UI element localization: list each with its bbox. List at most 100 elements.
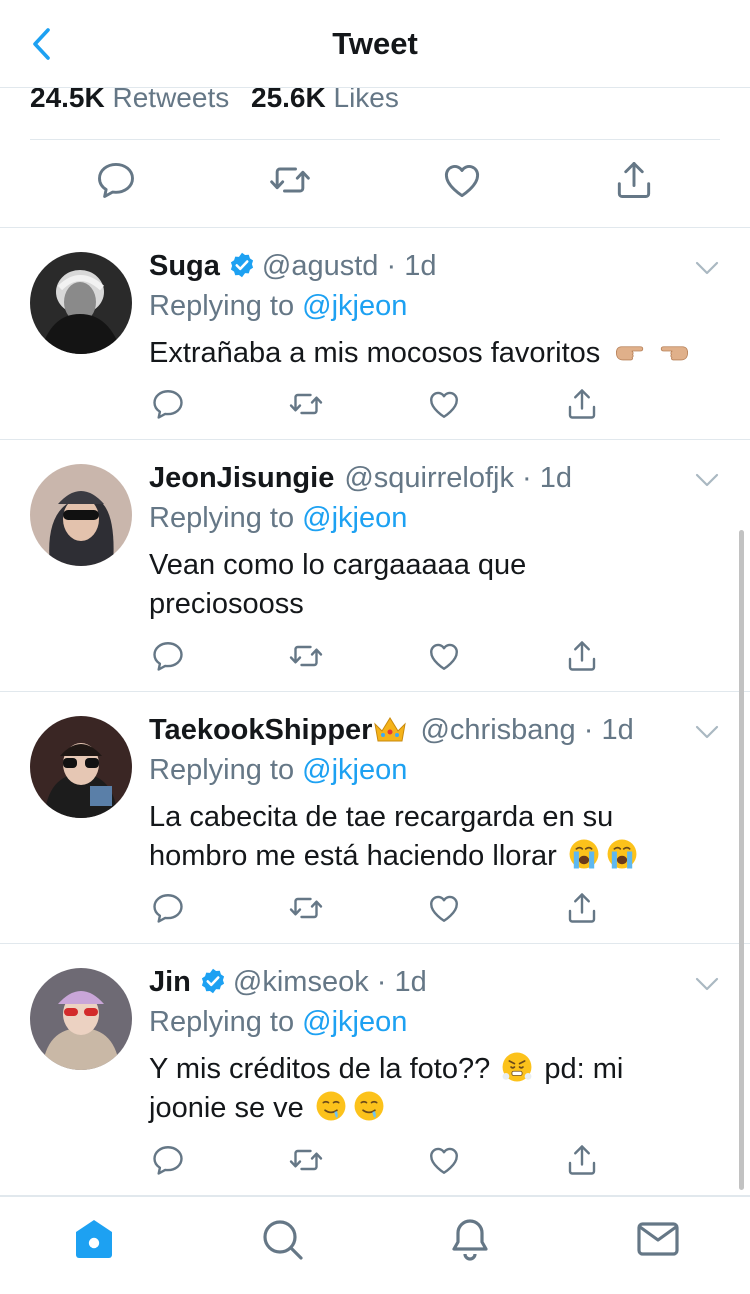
like-icon[interactable] bbox=[426, 1142, 462, 1178]
reply-tweet[interactable]: JeonJisungie @squirrelofjk · 1d Replying … bbox=[0, 440, 750, 692]
avatar[interactable] bbox=[30, 968, 132, 1070]
chevron-down-icon[interactable] bbox=[694, 722, 720, 742]
reply-icon[interactable] bbox=[150, 638, 186, 674]
reply-line: preciosooss bbox=[149, 588, 304, 620]
reply-header: JeonJisungie @squirrelofjk · 1d bbox=[149, 458, 572, 498]
like-icon[interactable] bbox=[426, 638, 462, 674]
share-icon[interactable] bbox=[612, 158, 656, 206]
reply-icon[interactable] bbox=[150, 1142, 186, 1178]
share-icon[interactable] bbox=[564, 638, 600, 674]
reply-line-text: hombro me está haciendo llorar bbox=[149, 840, 557, 872]
loudly-crying-face-emoji bbox=[567, 837, 601, 871]
user-handle[interactable]: @kimseok bbox=[233, 966, 369, 998]
share-icon[interactable] bbox=[564, 1142, 600, 1178]
replying-label: Replying to bbox=[149, 502, 295, 534]
reply-actions bbox=[0, 386, 750, 426]
replying-label: Replying to bbox=[149, 754, 295, 786]
reply-icon[interactable] bbox=[150, 386, 186, 422]
timestamp: 1d bbox=[394, 966, 427, 998]
reply-tweet[interactable]: TaekookShipper @chrisbang · 1d Replying t… bbox=[0, 692, 750, 944]
reply-line: joonie se ve bbox=[149, 1089, 719, 1128]
reply-header: Suga @agustd · 1d bbox=[149, 246, 436, 286]
replying-to: Replying to @jkjeon bbox=[149, 286, 407, 326]
messages-envelope-icon[interactable] bbox=[634, 1215, 682, 1263]
notifications-bell-icon[interactable] bbox=[446, 1215, 494, 1263]
chevron-down-icon[interactable] bbox=[694, 470, 720, 490]
mention-link[interactable]: @jkjeon bbox=[302, 1006, 407, 1038]
reply-line-text: pd: mi bbox=[544, 1053, 624, 1085]
replying-to: Replying to @jkjeon bbox=[149, 498, 407, 538]
retweet-icon[interactable] bbox=[288, 386, 324, 422]
divider bbox=[30, 139, 720, 140]
display-name[interactable]: Suga bbox=[149, 250, 220, 282]
mention-link[interactable]: @jkjeon bbox=[302, 754, 407, 786]
replying-to: Replying to @jkjeon bbox=[149, 750, 407, 790]
retweet-icon[interactable] bbox=[288, 638, 324, 674]
reply-actions bbox=[0, 638, 750, 678]
share-icon[interactable] bbox=[564, 386, 600, 422]
reply-text: La cabecita de tae recargarda en su homb… bbox=[149, 798, 719, 876]
backhand-index-left-emoji bbox=[654, 334, 694, 368]
loudly-crying-face-emoji bbox=[605, 837, 639, 871]
timestamp: 1d bbox=[601, 714, 634, 746]
avatar[interactable] bbox=[30, 464, 132, 566]
dot-separator: · bbox=[378, 250, 405, 282]
timestamp: 1d bbox=[539, 462, 573, 494]
drooling-face-emoji bbox=[352, 1089, 386, 1123]
mention-link[interactable]: @jkjeon bbox=[302, 290, 407, 322]
reply-text: Extrañaba a mis mocosos favoritos bbox=[149, 334, 719, 373]
home-icon[interactable] bbox=[70, 1215, 118, 1263]
user-handle[interactable]: @chrisbang bbox=[420, 714, 575, 746]
replying-label: Replying to bbox=[149, 290, 295, 322]
reply-line-text: Y mis créditos de la foto?? bbox=[149, 1053, 491, 1085]
reply-icon[interactable] bbox=[150, 890, 186, 926]
dot-separator: · bbox=[368, 966, 395, 998]
dot-separator: · bbox=[575, 714, 602, 746]
like-icon[interactable] bbox=[426, 890, 462, 926]
reply-header: Jin @kimseok · 1d bbox=[149, 962, 427, 1002]
reply-line: Vean como lo cargaaaaa que bbox=[149, 549, 527, 581]
reply-tweet[interactable]: Jin @kimseok · 1d Replying to @jkjeon Y m… bbox=[0, 944, 750, 1196]
verified-badge-icon bbox=[199, 967, 227, 995]
reply-text: Y mis créditos de la foto?? pd: mi jooni… bbox=[149, 1050, 719, 1128]
reply-header: TaekookShipper @chrisbang · 1d bbox=[149, 710, 634, 750]
scrollbar[interactable] bbox=[739, 530, 744, 1190]
display-name[interactable]: TaekookShipper bbox=[149, 714, 372, 746]
reply-line: hombro me está haciendo llorar bbox=[149, 837, 719, 876]
share-icon[interactable] bbox=[564, 890, 600, 926]
page-title: Tweet bbox=[332, 26, 418, 61]
avatar[interactable] bbox=[30, 716, 132, 818]
face-with-steam-emoji bbox=[500, 1050, 534, 1084]
backhand-index-right-emoji bbox=[610, 334, 650, 368]
like-icon[interactable] bbox=[440, 158, 484, 206]
reply-line-text: joonie se ve bbox=[149, 1092, 304, 1124]
reply-icon[interactable] bbox=[94, 158, 138, 206]
dot-separator: · bbox=[513, 462, 540, 494]
reply-actions bbox=[0, 1142, 750, 1182]
replying-label: Replying to bbox=[149, 1006, 295, 1038]
reply-actions bbox=[0, 890, 750, 930]
mention-link[interactable]: @jkjeon bbox=[302, 502, 407, 534]
search-icon[interactable] bbox=[258, 1215, 306, 1263]
like-icon[interactable] bbox=[426, 386, 462, 422]
retweet-icon[interactable] bbox=[288, 890, 324, 926]
user-handle[interactable]: @agustd bbox=[262, 250, 379, 282]
reply-text: Vean como lo cargaaaaa que preciosooss bbox=[149, 546, 719, 624]
display-name[interactable]: JeonJisungie bbox=[149, 462, 334, 494]
timestamp: 1d bbox=[404, 250, 437, 282]
chevron-down-icon[interactable] bbox=[694, 974, 720, 994]
reply-body: Extrañaba a mis mocosos favoritos bbox=[149, 337, 601, 369]
retweet-icon[interactable] bbox=[268, 158, 312, 206]
replying-to: Replying to @jkjeon bbox=[149, 1002, 407, 1042]
reply-tweet[interactable]: Suga @agustd · 1d Replying to @jkjeon Ext… bbox=[0, 228, 750, 440]
reply-line: Y mis créditos de la foto?? pd: mi bbox=[149, 1050, 719, 1089]
top-nav-bar: Tweet bbox=[0, 0, 750, 88]
crown-emoji bbox=[372, 714, 408, 744]
drooling-face-emoji bbox=[314, 1089, 348, 1123]
chevron-down-icon[interactable] bbox=[694, 258, 720, 278]
main-tweet-actions bbox=[0, 158, 750, 210]
avatar[interactable] bbox=[30, 252, 132, 354]
user-handle[interactable]: @squirrelofjk bbox=[344, 462, 514, 494]
display-name[interactable]: Jin bbox=[149, 966, 191, 998]
retweet-icon[interactable] bbox=[288, 1142, 324, 1178]
